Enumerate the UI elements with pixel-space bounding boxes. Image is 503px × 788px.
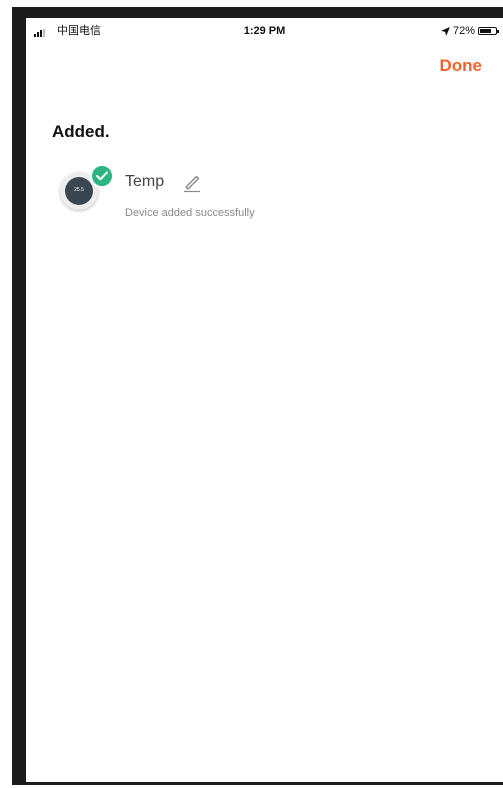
check-badge-icon bbox=[90, 164, 114, 188]
device-face: 25.5 bbox=[65, 177, 93, 205]
status-time: 1:29 PM bbox=[243, 25, 286, 37]
device-status: Device added successfully bbox=[125, 207, 255, 219]
battery-level bbox=[480, 29, 491, 33]
app-screen: 中国电信 1:29 PM 72% Done Added. 25.5 Temp D… bbox=[26, 18, 503, 782]
battery-icon bbox=[478, 27, 499, 35]
list-item[interactable]: 25.5 Temp Device added successfully bbox=[56, 158, 356, 224]
done-button[interactable]: Done bbox=[440, 56, 483, 76]
device-thumb-reading: 25.5 bbox=[74, 187, 84, 193]
location-arrow-icon bbox=[440, 26, 450, 36]
page-title: Added. bbox=[52, 122, 110, 141]
status-bar: 中国电信 1:29 PM 72% bbox=[26, 18, 503, 42]
battery-percent: 72% bbox=[452, 25, 475, 37]
device-name: Temp bbox=[125, 173, 165, 190]
edit-pencil-icon[interactable] bbox=[181, 171, 203, 193]
status-right-group: 72% bbox=[440, 24, 499, 38]
